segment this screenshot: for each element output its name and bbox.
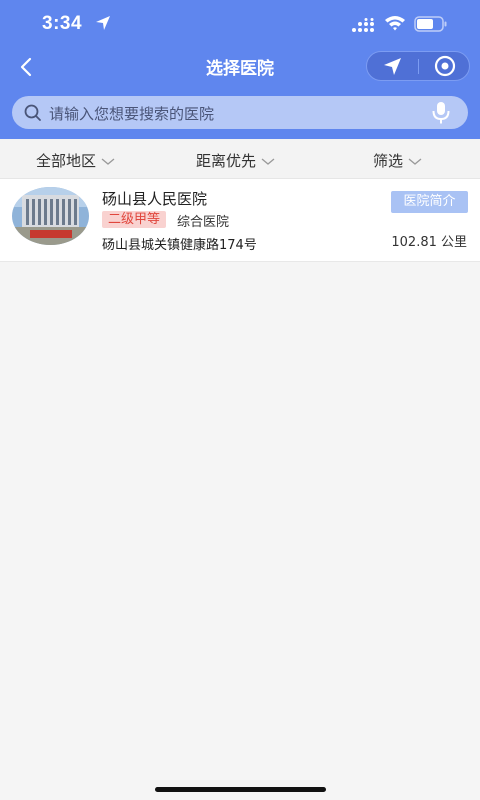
status-time: 3:34: [42, 13, 83, 34]
eye-button[interactable]: [419, 52, 471, 80]
chevron-down-icon: [101, 158, 115, 165]
signal-icon: [352, 17, 376, 36]
hospital-photo: [12, 187, 89, 245]
eye-icon: [434, 55, 456, 77]
status-bar: 3:34: [0, 0, 480, 48]
filter-screen-label: 筛选: [373, 152, 404, 170]
hospital-type: 综合医院: [177, 215, 230, 230]
navigate-icon: [384, 58, 401, 75]
hospital-name: 砀山县人民医院: [102, 190, 208, 208]
search-input[interactable]: 请输入您想要搜索的医院: [12, 96, 468, 129]
battery-icon: [414, 16, 448, 36]
filter-distance[interactable]: 距离优先: [196, 150, 275, 171]
hospital-intro-button[interactable]: 医院简介: [391, 191, 468, 213]
microphone-icon[interactable]: [431, 101, 451, 129]
filter-region[interactable]: 全部地区: [36, 150, 115, 171]
location-arrow-icon: [95, 15, 111, 35]
nav-bar: 选择医院: [0, 48, 480, 86]
search-placeholder: 请输入您想要搜索的医院: [49, 105, 215, 123]
header: 3:34 选择医院 请输入您想要搜索的医院: [0, 0, 480, 139]
filter-distance-label: 距离优先: [196, 152, 257, 170]
hospital-list-item[interactable]: 砀山县人民医院 二级甲等 综合医院 砀山县城关镇健康路174号 医院简介 102…: [0, 179, 480, 262]
capsule-menu: [366, 51, 470, 81]
filter-bar: 全部地区 距离优先 筛选: [0, 139, 480, 179]
navigate-button[interactable]: [367, 52, 419, 80]
home-indicator[interactable]: [155, 787, 326, 792]
hospital-grade-badge: 二级甲等: [102, 211, 167, 228]
filter-region-label: 全部地区: [36, 152, 97, 170]
hospital-address: 砀山县城关镇健康路174号: [102, 238, 257, 253]
filter-screen[interactable]: 筛选: [373, 150, 422, 171]
chevron-down-icon: [408, 158, 422, 165]
hospital-distance: 102.81 公里: [391, 235, 467, 250]
wifi-icon: [384, 15, 406, 35]
search-icon: [24, 104, 42, 126]
chevron-down-icon: [261, 158, 275, 165]
